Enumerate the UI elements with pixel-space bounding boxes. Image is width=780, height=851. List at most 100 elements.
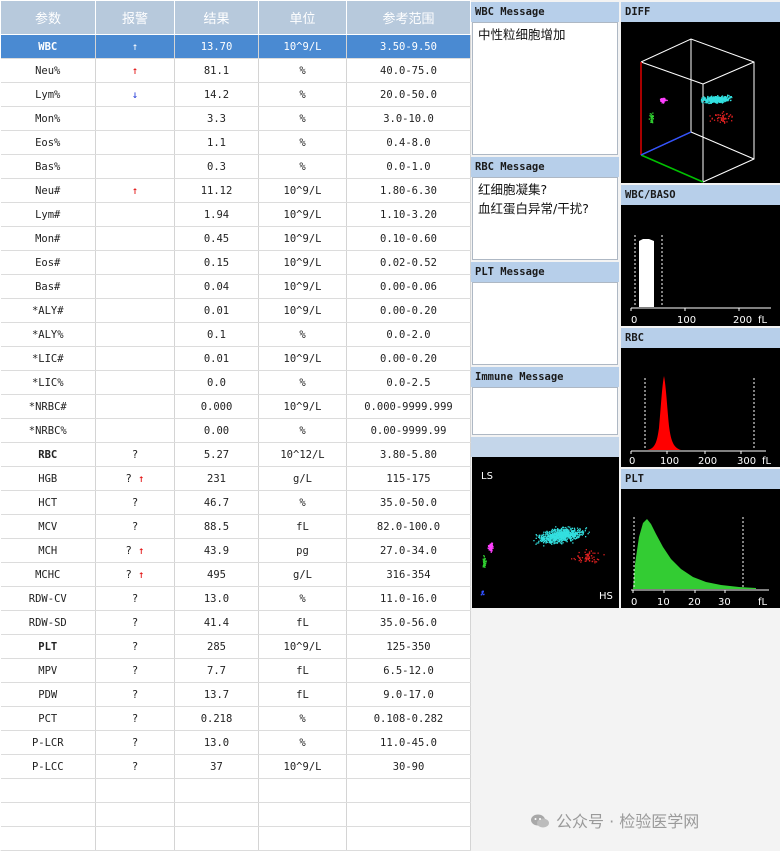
cell-parameter: *LIC# — [0, 346, 96, 371]
table-row[interactable]: Lym% ↓ 14.2% 20.0-50.0 — [0, 82, 471, 107]
cell-parameter: Neu# — [0, 178, 96, 203]
cell-parameter: HGB — [0, 466, 96, 491]
scatter-cell-dot — [729, 114, 732, 116]
scatter-cell-dot — [563, 531, 566, 533]
scatter-cell-dot — [561, 534, 563, 537]
cell-reference-range: 11.0-45.0 — [346, 730, 471, 755]
scatter-cell-dot — [490, 549, 492, 552]
table-row[interactable]: RDW-CV? 13.0% 11.0-16.0 — [0, 586, 471, 611]
table-row[interactable]: PCT? 0.218% 0.108-0.282 — [0, 706, 471, 731]
cell-reference-range: 9.0-17.0 — [346, 682, 471, 707]
cell-alarm: ↑ — [95, 178, 175, 203]
table-row[interactable]: *LIC# 0.01 10^9/L 0.00-0.20 — [0, 346, 471, 371]
cell-unit: % — [258, 154, 347, 179]
cell-alarm: ? ↑ — [95, 562, 175, 587]
scatter-cell-dot — [719, 121, 721, 123]
scatter-cell-dot — [579, 528, 581, 530]
col-header-result[interactable]: 结果 — [174, 0, 259, 35]
scatter-cell-dot — [556, 538, 558, 540]
cell-result: 0.01 — [174, 298, 259, 323]
table-row[interactable]: MCHC? ↑ 495 g/L 316-354 — [0, 562, 471, 587]
col-header-reference-range[interactable]: 参考范围 — [346, 0, 471, 35]
col-header-parameter[interactable]: 参数 — [0, 0, 96, 35]
watermark-text: 公众号 · 检验医学网 — [556, 812, 700, 831]
scatter-cell-dot — [559, 530, 562, 532]
table-row[interactable]: *ALY% 0.1% 0.0-2.0 — [0, 322, 471, 347]
cell-result: 11.12 — [174, 178, 259, 203]
cell-result: 43.9 — [174, 538, 259, 563]
scatter-cell-dot — [553, 542, 556, 544]
scatter-cell-dot — [561, 529, 563, 531]
scatter-cell-dot — [712, 97, 714, 99]
wbc-message-box: 中性粒细胞增加 — [472, 22, 618, 155]
scatter-cell-dot — [722, 119, 724, 121]
table-row[interactable]: Neu% ↑ 81.1% 40.0-75.0 — [0, 58, 471, 83]
scatter-cell-dot — [584, 558, 586, 560]
table-row[interactable]: *NRBC% 0.00% 0.00-9999.99 — [0, 418, 471, 443]
cell-alarm — [95, 274, 175, 299]
scatter-cell-dot — [574, 533, 576, 535]
scatter-cell-dot — [597, 552, 599, 554]
table-row[interactable]: RDW-SD? 41.4 fL 35.0-56.0 — [0, 610, 471, 635]
table-row[interactable]: Mon% 3.3% 3.0-10.0 — [0, 106, 471, 131]
table-row[interactable]: Eos# 0.15 10^9/L 0.02-0.52 — [0, 250, 471, 275]
scatter-cell-dot — [567, 536, 569, 538]
ls-hs-scatter-plot: LS HS — [472, 457, 619, 608]
table-row[interactable] — [0, 826, 471, 851]
table-row[interactable]: P-LCC? 37 10^9/L 30-90 — [0, 754, 471, 779]
table-row[interactable] — [0, 778, 471, 803]
cell-unit: 10^9/L — [258, 274, 347, 299]
wbc-baso-svg: 0 100 200 fL — [630, 235, 771, 326]
table-row[interactable]: Mon# 0.45 10^9/L 0.10-0.60 — [0, 226, 471, 251]
cell-reference-range: 125-350 — [346, 634, 471, 659]
table-row[interactable]: HGB? ↑ 231 g/L 115-175 — [0, 466, 471, 491]
table-row[interactable]: MCV? 88.5 fL 82.0-100.0 — [0, 514, 471, 539]
plt-histogram: 0 10 20 30 fL — [621, 489, 780, 608]
table-row[interactable]: Eos% 1.1% 0.4-8.0 — [0, 130, 471, 155]
cell-reference-range: 3.80-5.80 — [346, 442, 471, 467]
cell-alarm — [95, 778, 175, 803]
rbc-message-title: RBC Message — [471, 157, 619, 177]
table-row[interactable]: PDW? 13.7 fL 9.0-17.0 — [0, 682, 471, 707]
scatter-cell-dot — [555, 526, 557, 528]
table-row[interactable]: Bas% 0.3% 0.0-1.0 — [0, 154, 471, 179]
scatter-cell-dot — [577, 533, 579, 535]
cell-result — [174, 778, 259, 803]
table-row[interactable] — [0, 802, 471, 827]
plt-histogram-curve — [633, 519, 756, 589]
cell-unit: pg — [258, 538, 347, 563]
table-row[interactable]: RBC? 5.27 10^12/L 3.80-5.80 — [0, 442, 471, 467]
col-header-alarm[interactable]: 报警 — [95, 0, 175, 35]
table-row[interactable]: *NRBC# 0.000 10^9/L 0.000-9999.999 — [0, 394, 471, 419]
cell-result: 495 — [174, 562, 259, 587]
baso-tick-100: 100 — [677, 315, 696, 326]
scatter-cell-dot — [709, 99, 711, 101]
table-row[interactable]: Bas# 0.04 10^9/L 0.00-0.06 — [0, 274, 471, 299]
table-row[interactable]: PLT? 285 10^9/L 125-350 — [0, 634, 471, 659]
table-row[interactable]: HCT? 46.7% 35.0-50.0 — [0, 490, 471, 515]
cell-parameter — [0, 826, 96, 851]
scatter-cell-dot — [546, 541, 549, 543]
cell-parameter: Bas% — [0, 154, 96, 179]
cell-result: 13.70 — [174, 34, 259, 59]
col-header-unit[interactable]: 单位 — [258, 0, 347, 35]
table-row[interactable]: P-LCR? 13.0% 11.0-45.0 — [0, 730, 471, 755]
cell-result — [174, 802, 259, 827]
table-row[interactable]: Lym# 1.94 10^9/L 1.10-3.20 — [0, 202, 471, 227]
cell-result: 88.5 — [174, 514, 259, 539]
table-row[interactable]: *ALY# 0.01 10^9/L 0.00-0.20 — [0, 298, 471, 323]
table-row[interactable]: WBC ↑ 13.70 10^9/L 3.50-9.50 — [0, 34, 471, 59]
table-row[interactable]: Neu# ↑ 11.12 10^9/L 1.80-6.30 — [0, 178, 471, 203]
cell-unit — [258, 778, 347, 803]
table-row[interactable]: *LIC% 0.0% 0.0-2.5 — [0, 370, 471, 395]
scatter-cell-dot — [593, 556, 595, 558]
scatter-cell-dot — [588, 560, 591, 562]
scatter-cell-dot — [558, 539, 560, 541]
table-row[interactable]: MPV? 7.7 fL 6.5-12.0 — [0, 658, 471, 683]
scatter-cell-dot — [721, 97, 723, 99]
cell-alarm — [95, 826, 175, 851]
table-row[interactable]: MCH? ↑ 43.9 pg 27.0-34.0 — [0, 538, 471, 563]
scatter-cell-dot — [652, 112, 654, 114]
cell-unit: g/L — [258, 562, 347, 587]
scatter-cell-dot — [586, 559, 588, 561]
